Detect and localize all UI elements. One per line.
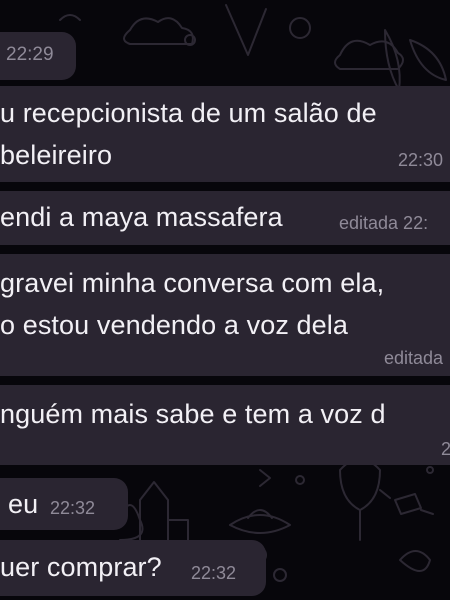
message-time: 22:32 bbox=[191, 563, 237, 583]
message-time: 2 bbox=[441, 439, 450, 459]
wing-doodle bbox=[409, 39, 447, 81]
message-text-line: eu bbox=[8, 489, 39, 519]
message-time: 22:29 bbox=[6, 44, 54, 65]
message-bubble-7[interactable]: uer comprar? 22:32 bbox=[0, 540, 266, 596]
message-text-line: nguém mais sabe e tem a voz d bbox=[0, 399, 386, 429]
message-text-line: o estou vendendo a voz dela bbox=[0, 310, 348, 340]
message-bubble-2[interactable]: u recepcionista de um salão de beleireir… bbox=[0, 86, 450, 182]
message-time: 22:30 bbox=[398, 150, 444, 170]
gear-doodle bbox=[399, 550, 431, 572]
candy-doodle bbox=[379, 489, 434, 515]
edited-label: editada 22: bbox=[339, 213, 429, 233]
message-text-line: gravei minha conversa com ela, bbox=[0, 268, 385, 298]
message-text-line: uer comprar? bbox=[0, 552, 162, 582]
message-bubble-1[interactable]: 22:29 bbox=[0, 32, 76, 80]
star-doodle bbox=[289, 17, 311, 39]
ufo-doodle bbox=[229, 509, 291, 534]
cloud-doodle bbox=[123, 17, 194, 45]
message-bubble-6[interactable]: eu 22:32 bbox=[0, 478, 128, 530]
message-text-line: endi a maya massafera bbox=[0, 202, 283, 232]
message-bubble-3[interactable]: endi a maya massafera editada 22: bbox=[0, 191, 450, 245]
message-text-line: beleireiro bbox=[0, 140, 113, 170]
carrot-doodle bbox=[384, 29, 401, 91]
balloon-doodle bbox=[339, 458, 381, 541]
cone-doodle bbox=[225, 4, 267, 56]
message-text-line: u recepcionista de um salão de bbox=[0, 98, 377, 128]
message-time: 22:32 bbox=[50, 498, 96, 518]
edited-label: editada bbox=[384, 348, 444, 368]
message-bubble-4[interactable]: gravei minha conversa com ela, o estou v… bbox=[0, 254, 450, 376]
message-bubble-5[interactable]: nguém mais sabe e tem a voz d 2 bbox=[0, 385, 450, 465]
